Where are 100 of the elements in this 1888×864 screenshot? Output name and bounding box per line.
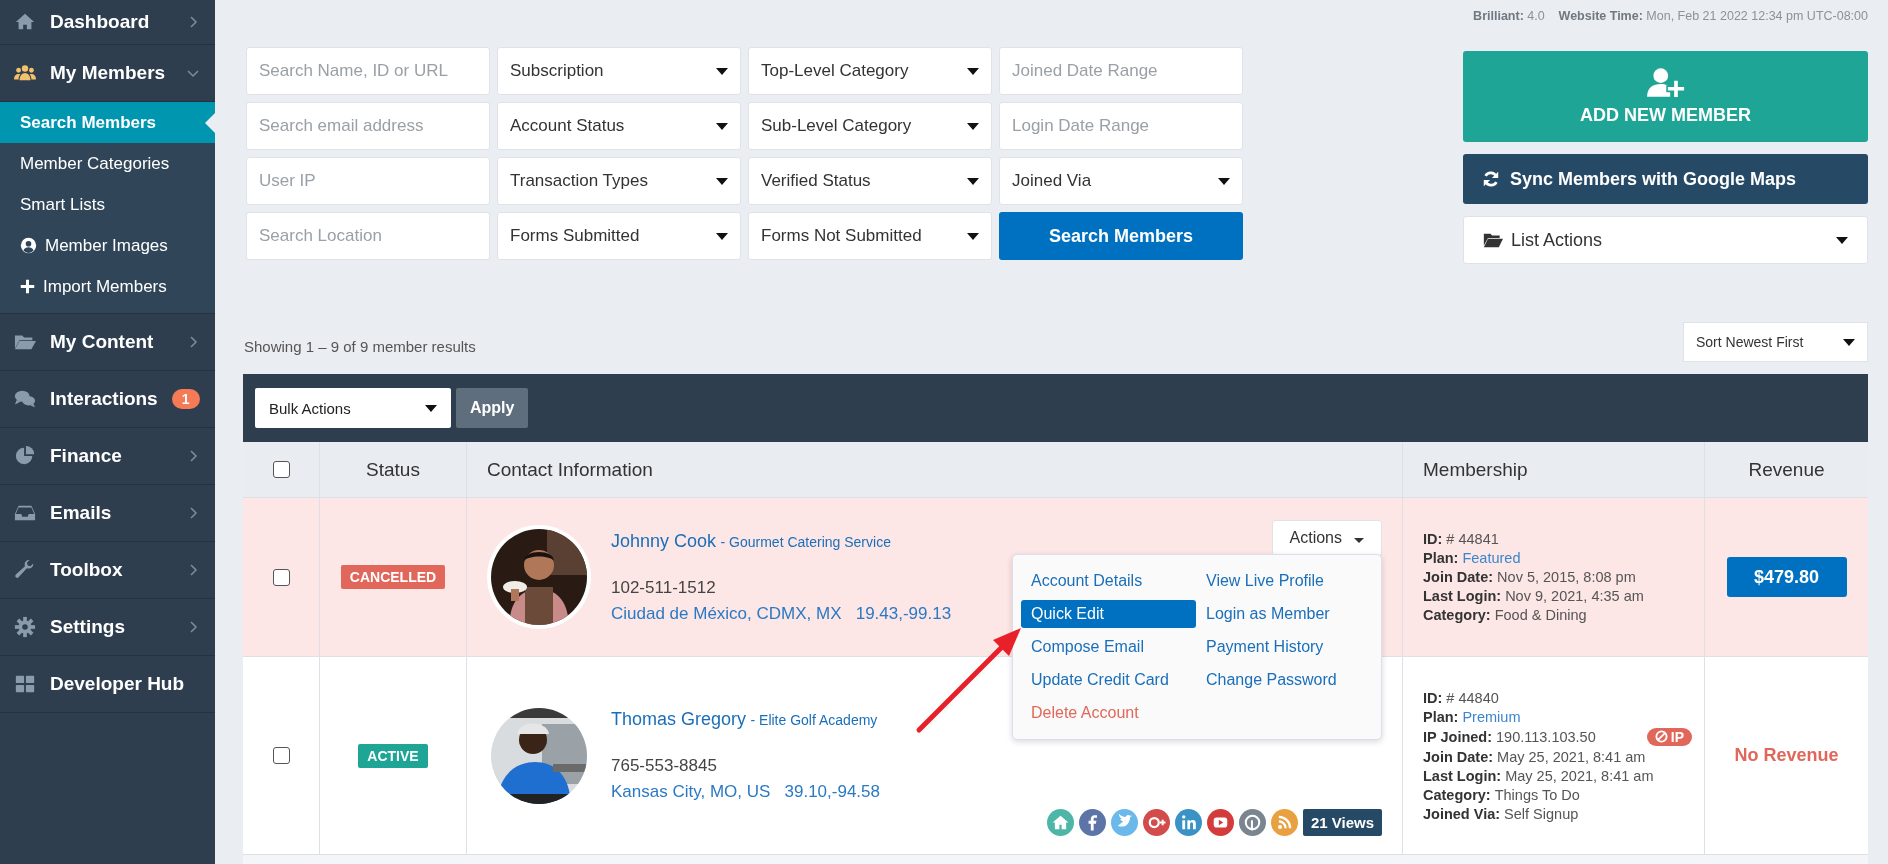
- dropdown[interactable]: Forms Not Submitted: [748, 212, 992, 260]
- checkbox[interactable]: [272, 461, 290, 478]
- membership-detail: IP Joined: 190.113.103.50 IP: [1423, 727, 1704, 746]
- blocked-ip-badge: IP: [1646, 727, 1692, 746]
- status-badge: ACTIVE: [358, 743, 428, 768]
- location-link[interactable]: Kansas City, MO, US 39.10,-94.58: [611, 782, 880, 802]
- home-icon[interactable]: [1046, 809, 1074, 836]
- menu-item[interactable]: Payment History: [1196, 633, 1371, 661]
- dropdown[interactable]: Account Status: [497, 102, 741, 150]
- refresh-icon: [1482, 170, 1500, 188]
- location-link[interactable]: Ciudad de México, CDMX, MX 19.43,-99.13: [611, 603, 952, 624]
- chevron-down-icon: [187, 67, 199, 79]
- chevron-right-icon: [187, 507, 199, 519]
- menu-item[interactable]: Login as Member: [1196, 600, 1371, 628]
- menu-item[interactable]: Quick Edit: [1021, 600, 1196, 628]
- membership-detail: Plan: Premium: [1423, 708, 1522, 725]
- member-name-link[interactable]: Johnny Cook - Gourmet Catering Service: [611, 530, 952, 552]
- dropdown[interactable]: Top-Level Category: [748, 47, 992, 95]
- chevron-right-icon: [187, 564, 199, 576]
- sidebar-item[interactable]: Interactions 1: [0, 371, 215, 428]
- member-name-link[interactable]: Thomas Gregory - Elite Golf Academy: [611, 709, 880, 730]
- phone-number: 102-511-1512: [611, 577, 717, 598]
- social-link-icon[interactable]: [1174, 809, 1202, 836]
- caret-icon: [1836, 236, 1848, 244]
- search-field[interactable]: Search Location: [246, 212, 490, 260]
- search-field[interactable]: Search Name, ID or URL: [246, 47, 490, 95]
- checkbox[interactable]: [272, 568, 290, 586]
- plus-icon: [20, 279, 35, 294]
- sync-button[interactable]: Sync Members with Google Maps: [1463, 154, 1868, 204]
- results-count: Showing 1 – 9 of 9 member results: [244, 336, 476, 355]
- dropdown[interactable]: Transaction Types: [497, 157, 741, 205]
- list-actions-dropdown[interactable]: List Actions: [1463, 216, 1868, 264]
- dropdown[interactable]: Subscription: [497, 47, 741, 95]
- phone-number: 765-553-8845: [611, 756, 718, 776]
- sidebar-item[interactable]: Dashboard: [0, 0, 215, 45]
- chevron-right-icon: [187, 16, 199, 28]
- submenu-item[interactable]: Search Members: [0, 102, 215, 143]
- column-header: Revenue: [1748, 458, 1825, 481]
- membership-detail: ID: # 44840: [1423, 689, 1500, 706]
- membership-detail: Joined Via: Self Signup: [1423, 805, 1580, 822]
- social-link-icon[interactable]: [1078, 809, 1106, 836]
- sidebar-item[interactable]: Developer Hub: [0, 656, 215, 713]
- dropdown[interactable]: Sub-Level Category: [748, 102, 992, 150]
- sidebar-item[interactable]: Emails: [0, 485, 215, 542]
- dropdown[interactable]: Forms Submitted: [497, 212, 741, 260]
- membership-detail: Category: Food & Dining: [1423, 607, 1588, 623]
- comments-icon: [14, 388, 36, 410]
- revenue-button[interactable]: $479.80: [1726, 557, 1847, 597]
- search-button[interactable]: Search Members: [999, 212, 1243, 260]
- submenu-item[interactable]: Smart Lists: [0, 184, 215, 225]
- menu-item[interactable]: View Live Profile: [1196, 567, 1371, 595]
- wrench-icon: [14, 559, 36, 581]
- membership-detail: Join Date: Nov 5, 2015, 8:08 pm: [1423, 569, 1637, 585]
- folder-icon: [1483, 231, 1503, 249]
- menu-item[interactable]: Account Details: [1021, 567, 1196, 595]
- social-link-icon[interactable]: [1206, 809, 1234, 836]
- notification-badge: 1: [171, 389, 200, 409]
- membership-detail: ID: # 44841: [1423, 531, 1500, 547]
- search-field[interactable]: Login Date Range: [999, 102, 1243, 150]
- submenu-item[interactable]: Import Members: [0, 266, 215, 307]
- membership-detail: Last Login: Nov 9, 2021, 4:35 am: [1423, 588, 1645, 604]
- checkbox[interactable]: [272, 747, 290, 764]
- version-and-time-info: Brilliant: 4.0 Website Time: Mon, Feb 21 2022 12:34 pm UTC-08:00: [1472, 8, 1868, 25]
- dropdown[interactable]: Joined Via: [999, 157, 1243, 205]
- membership-detail: Category: Things To Do: [1423, 786, 1581, 803]
- pie-icon: [14, 445, 36, 467]
- sidebar-item[interactable]: Toolbox: [0, 542, 215, 599]
- chevron-right-icon: [187, 621, 199, 633]
- add-user-icon: [1644, 67, 1687, 99]
- menu-item[interactable]: Update Credit Card: [1021, 666, 1196, 694]
- search-field[interactable]: Search email address: [246, 102, 490, 150]
- no-revenue-label: No Revenue: [1734, 745, 1839, 766]
- status-badge: CANCELLED: [340, 565, 446, 589]
- submenu-item[interactable]: Member Categories: [0, 143, 215, 184]
- sidebar-item[interactable]: Settings: [0, 599, 215, 656]
- social-link-icon[interactable]: [1142, 809, 1170, 836]
- sidebar-item[interactable]: My Content: [0, 314, 215, 371]
- grid-icon: [14, 673, 36, 695]
- apply-button[interactable]: Apply: [456, 388, 529, 428]
- search-field[interactable]: User IP: [246, 157, 490, 205]
- dropdown[interactable]: Verified Status: [748, 157, 992, 205]
- membership-detail: Plan: Featured: [1423, 550, 1522, 566]
- sidebar-item[interactable]: Finance: [0, 428, 215, 485]
- user-circle-icon: [20, 237, 37, 254]
- column-header: Status: [366, 458, 420, 481]
- column-header: Membership: [1423, 458, 1528, 481]
- views-count: 21 Views: [1302, 809, 1382, 836]
- chevron-right-icon: [187, 450, 199, 462]
- membership-detail: Join Date: May 25, 2021, 8:41 am: [1423, 748, 1647, 765]
- actions-dropdown-button[interactable]: Actions: [1272, 520, 1382, 556]
- bulk-actions-dropdown[interactable]: Bulk Actions: [255, 388, 451, 428]
- chevron-right-icon: [187, 336, 199, 348]
- search-field[interactable]: Joined Date Range: [999, 47, 1243, 95]
- sort-dropdown[interactable]: Sort Newest First: [1683, 322, 1868, 362]
- menu-item[interactable]: Compose Email: [1021, 633, 1196, 661]
- membership-detail: Last Login: May 25, 2021, 8:41 am: [1423, 767, 1655, 784]
- menu-item[interactable]: Change Password: [1196, 666, 1371, 694]
- social-link-icon[interactable]: [1238, 809, 1266, 836]
- social-link-icon[interactable]: [1270, 809, 1298, 836]
- submenu-item[interactable]: Member Images: [0, 225, 215, 266]
